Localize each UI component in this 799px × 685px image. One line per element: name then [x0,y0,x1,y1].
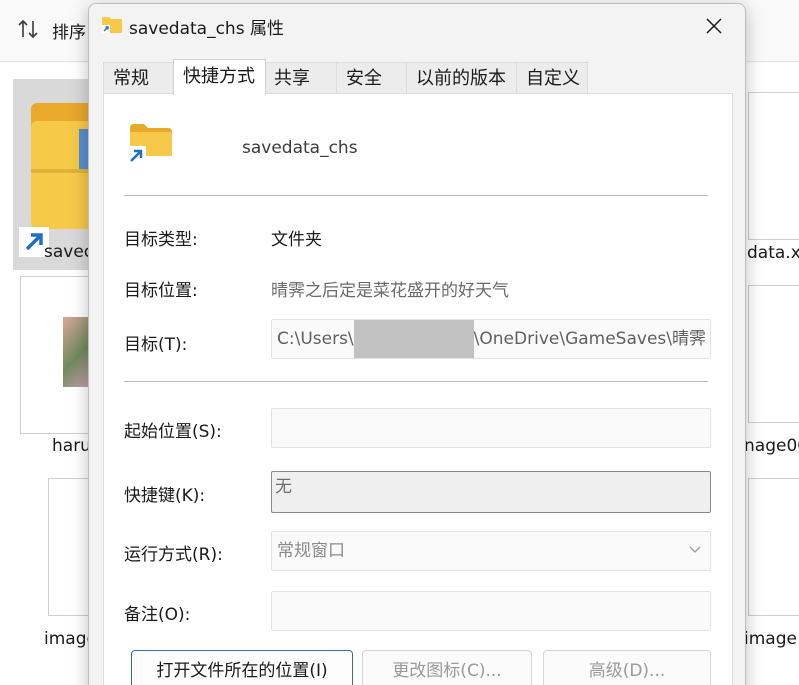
start-in-field[interactable] [271,408,711,448]
run-label: 运行方式(R): [124,545,223,565]
dialog-title: savedata_chs 属性 [129,19,284,39]
tab-sharing[interactable]: 共享 [264,62,338,94]
file-name: data.x [747,243,799,263]
hotkey-label: 快捷键(K): [124,486,206,506]
dialog-titlebar[interactable]: savedata_chs 属性 [89,4,745,48]
tab-customize[interactable]: 自定义 [516,62,588,94]
target-label: 目标(T): [124,335,188,355]
target-field[interactable]: C:\Users\ \OneDrive\GameSaves\晴霁 [271,319,711,359]
file-thumbnail[interactable] [748,92,799,240]
sort-button[interactable]: 排序 [52,18,86,43]
screen: 排序 savec data.x haru nage00 image [0,0,799,685]
divider [124,381,708,382]
file-name: haru [52,436,91,456]
hotkey-field[interactable]: 无 [271,471,711,513]
shortcut-tab-panel: savedata_chs 目标类型: 文件夹 目标位置: 晴霁之后定是菜花盛开的… [103,93,733,685]
file-tile-savedata[interactable]: savec [13,79,95,270]
file-thumbnail-haru[interactable] [20,276,91,434]
image-thumbnail [63,317,91,387]
open-file-location-button[interactable]: 打开文件所在的位置(I) [131,650,353,685]
shortcut-name: savedata_chs [242,138,358,158]
file-name: nage00 [744,436,799,456]
change-icon-button[interactable]: 更改图标(C)... [362,650,532,685]
target-path-suffix: \OneDrive\GameSaves\晴霁 [473,329,706,349]
divider [124,195,708,196]
target-location-value: 晴霁之后定是菜花盛开的好天气 [271,281,509,301]
close-button[interactable] [691,10,737,42]
redacted-username [353,320,474,358]
target-type-value: 文件夹 [271,230,322,250]
advanced-button[interactable]: 高级(D)... [543,650,711,685]
file-thumbnail[interactable] [748,478,799,616]
file-name: savec [44,242,94,262]
tab-previous-versions[interactable]: 以前的版本 [406,62,518,94]
tab-shortcut[interactable]: 快捷方式 [173,59,266,95]
close-icon [706,18,722,34]
comment-field[interactable] [271,591,711,631]
target-location-label: 目标位置: [124,281,198,301]
run-select[interactable]: 常规窗口 [271,531,711,571]
folder-shortcut-icon [126,124,172,166]
file-thumbnail[interactable] [48,478,92,616]
folder-shortcut-icon [102,17,122,33]
target-type-label: 目标类型: [124,230,198,250]
comment-label: 备注(O): [124,605,191,625]
folder-shortcut-icon [31,103,95,229]
file-thumbnail[interactable] [748,285,799,423]
file-name: image [744,629,797,649]
start-in-label: 起始位置(S): [124,422,222,442]
properties-dialog: savedata_chs 属性 常规 快捷方式 共享 安全 以前的版本 自定义 … [88,3,746,685]
tab-security[interactable]: 安全 [336,62,408,94]
chevron-down-icon [689,546,701,553]
sort-icon[interactable] [16,18,40,40]
tab-general[interactable]: 常规 [103,62,175,94]
target-path-prefix: C:\Users\ [277,329,354,349]
run-select-value: 常规窗口 [277,541,345,561]
